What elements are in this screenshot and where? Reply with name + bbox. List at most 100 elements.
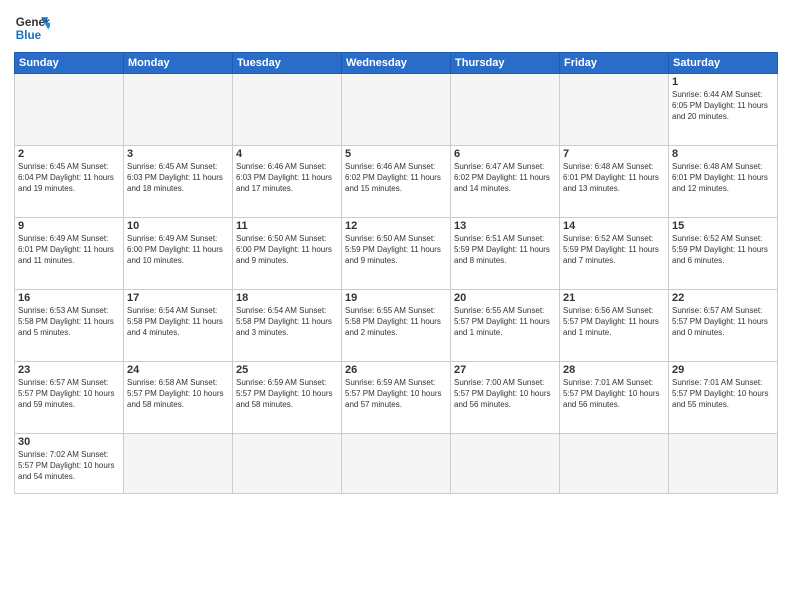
day-cell: 13Sunrise: 6:51 AM Sunset: 5:59 PM Dayli… [451,218,560,290]
weekday-header-thursday: Thursday [451,53,560,74]
day-info: Sunrise: 6:48 AM Sunset: 6:01 PM Dayligh… [563,161,665,195]
day-number: 16 [18,292,120,304]
day-cell: 15Sunrise: 6:52 AM Sunset: 5:59 PM Dayli… [669,218,778,290]
day-cell: 22Sunrise: 6:57 AM Sunset: 5:57 PM Dayli… [669,290,778,362]
day-number: 8 [672,148,774,160]
day-cell [560,74,669,146]
day-info: Sunrise: 6:48 AM Sunset: 6:01 PM Dayligh… [672,161,774,195]
day-number: 14 [563,220,665,232]
day-info: Sunrise: 6:53 AM Sunset: 5:58 PM Dayligh… [18,305,120,339]
day-info: Sunrise: 6:52 AM Sunset: 5:59 PM Dayligh… [563,233,665,267]
day-cell [451,74,560,146]
day-number: 2 [18,148,120,160]
day-cell: 23Sunrise: 6:57 AM Sunset: 5:57 PM Dayli… [15,362,124,434]
day-number: 30 [18,436,120,448]
day-cell: 29Sunrise: 7:01 AM Sunset: 5:57 PM Dayli… [669,362,778,434]
day-cell [233,74,342,146]
day-cell: 28Sunrise: 7:01 AM Sunset: 5:57 PM Dayli… [560,362,669,434]
day-number: 10 [127,220,229,232]
day-cell: 3Sunrise: 6:45 AM Sunset: 6:03 PM Daylig… [124,146,233,218]
day-info: Sunrise: 6:51 AM Sunset: 5:59 PM Dayligh… [454,233,556,267]
weekday-header-monday: Monday [124,53,233,74]
day-number: 25 [236,364,338,376]
week-row-3: 16Sunrise: 6:53 AM Sunset: 5:58 PM Dayli… [15,290,778,362]
day-number: 22 [672,292,774,304]
week-row-5: 30Sunrise: 7:02 AM Sunset: 5:57 PM Dayli… [15,434,778,494]
day-info: Sunrise: 7:02 AM Sunset: 5:57 PM Dayligh… [18,449,120,483]
day-number: 18 [236,292,338,304]
day-info: Sunrise: 6:55 AM Sunset: 5:57 PM Dayligh… [454,305,556,339]
day-cell: 27Sunrise: 7:00 AM Sunset: 5:57 PM Dayli… [451,362,560,434]
day-number: 29 [672,364,774,376]
day-number: 6 [454,148,556,160]
calendar: SundayMondayTuesdayWednesdayThursdayFrid… [14,52,778,494]
week-row-4: 23Sunrise: 6:57 AM Sunset: 5:57 PM Dayli… [15,362,778,434]
day-cell: 2Sunrise: 6:45 AM Sunset: 6:04 PM Daylig… [15,146,124,218]
day-cell [342,434,451,494]
day-number: 3 [127,148,229,160]
svg-text:Blue: Blue [16,29,42,42]
day-info: Sunrise: 6:54 AM Sunset: 5:58 PM Dayligh… [127,305,229,339]
day-info: Sunrise: 6:45 AM Sunset: 6:04 PM Dayligh… [18,161,120,195]
day-info: Sunrise: 6:57 AM Sunset: 5:57 PM Dayligh… [672,305,774,339]
logo-icon: General Blue [14,10,50,46]
day-cell [560,434,669,494]
day-info: Sunrise: 6:50 AM Sunset: 5:59 PM Dayligh… [345,233,447,267]
weekday-header-row: SundayMondayTuesdayWednesdayThursdayFrid… [15,53,778,74]
weekday-header-saturday: Saturday [669,53,778,74]
day-info: Sunrise: 6:57 AM Sunset: 5:57 PM Dayligh… [18,377,120,411]
day-info: Sunrise: 6:52 AM Sunset: 5:59 PM Dayligh… [672,233,774,267]
day-cell: 19Sunrise: 6:55 AM Sunset: 5:58 PM Dayli… [342,290,451,362]
day-cell: 1Sunrise: 6:44 AM Sunset: 6:05 PM Daylig… [669,74,778,146]
day-number: 24 [127,364,229,376]
day-info: Sunrise: 6:47 AM Sunset: 6:02 PM Dayligh… [454,161,556,195]
day-number: 11 [236,220,338,232]
day-info: Sunrise: 6:56 AM Sunset: 5:57 PM Dayligh… [563,305,665,339]
day-number: 28 [563,364,665,376]
day-cell: 26Sunrise: 6:59 AM Sunset: 5:57 PM Dayli… [342,362,451,434]
day-number: 1 [672,76,774,88]
header: General Blue [14,10,778,46]
day-cell: 10Sunrise: 6:49 AM Sunset: 6:00 PM Dayli… [124,218,233,290]
day-number: 12 [345,220,447,232]
day-number: 7 [563,148,665,160]
day-info: Sunrise: 6:49 AM Sunset: 6:00 PM Dayligh… [127,233,229,267]
week-row-0: 1Sunrise: 6:44 AM Sunset: 6:05 PM Daylig… [15,74,778,146]
day-info: Sunrise: 7:01 AM Sunset: 5:57 PM Dayligh… [672,377,774,411]
day-info: Sunrise: 6:59 AM Sunset: 5:57 PM Dayligh… [236,377,338,411]
day-info: Sunrise: 6:58 AM Sunset: 5:57 PM Dayligh… [127,377,229,411]
day-number: 9 [18,220,120,232]
day-info: Sunrise: 6:45 AM Sunset: 6:03 PM Dayligh… [127,161,229,195]
day-cell: 24Sunrise: 6:58 AM Sunset: 5:57 PM Dayli… [124,362,233,434]
day-info: Sunrise: 6:46 AM Sunset: 6:03 PM Dayligh… [236,161,338,195]
day-cell [451,434,560,494]
weekday-header-friday: Friday [560,53,669,74]
day-number: 19 [345,292,447,304]
day-cell: 7Sunrise: 6:48 AM Sunset: 6:01 PM Daylig… [560,146,669,218]
day-number: 21 [563,292,665,304]
day-info: Sunrise: 6:44 AM Sunset: 6:05 PM Dayligh… [672,89,774,123]
week-row-1: 2Sunrise: 6:45 AM Sunset: 6:04 PM Daylig… [15,146,778,218]
day-number: 27 [454,364,556,376]
day-cell: 11Sunrise: 6:50 AM Sunset: 6:00 PM Dayli… [233,218,342,290]
weekday-header-wednesday: Wednesday [342,53,451,74]
weekday-header-tuesday: Tuesday [233,53,342,74]
week-row-2: 9Sunrise: 6:49 AM Sunset: 6:01 PM Daylig… [15,218,778,290]
day-cell: 18Sunrise: 6:54 AM Sunset: 5:58 PM Dayli… [233,290,342,362]
day-cell: 21Sunrise: 6:56 AM Sunset: 5:57 PM Dayli… [560,290,669,362]
day-number: 26 [345,364,447,376]
day-number: 5 [345,148,447,160]
day-info: Sunrise: 7:00 AM Sunset: 5:57 PM Dayligh… [454,377,556,411]
day-cell: 30Sunrise: 7:02 AM Sunset: 5:57 PM Dayli… [15,434,124,494]
day-cell: 12Sunrise: 6:50 AM Sunset: 5:59 PM Dayli… [342,218,451,290]
day-cell: 25Sunrise: 6:59 AM Sunset: 5:57 PM Dayli… [233,362,342,434]
logo: General Blue [14,10,50,46]
day-cell: 9Sunrise: 6:49 AM Sunset: 6:01 PM Daylig… [15,218,124,290]
day-number: 13 [454,220,556,232]
day-cell [342,74,451,146]
page: General Blue SundayMondayTuesdayWednesda… [0,0,792,612]
day-info: Sunrise: 7:01 AM Sunset: 5:57 PM Dayligh… [563,377,665,411]
day-info: Sunrise: 6:50 AM Sunset: 6:00 PM Dayligh… [236,233,338,267]
day-cell [124,434,233,494]
day-cell: 8Sunrise: 6:48 AM Sunset: 6:01 PM Daylig… [669,146,778,218]
